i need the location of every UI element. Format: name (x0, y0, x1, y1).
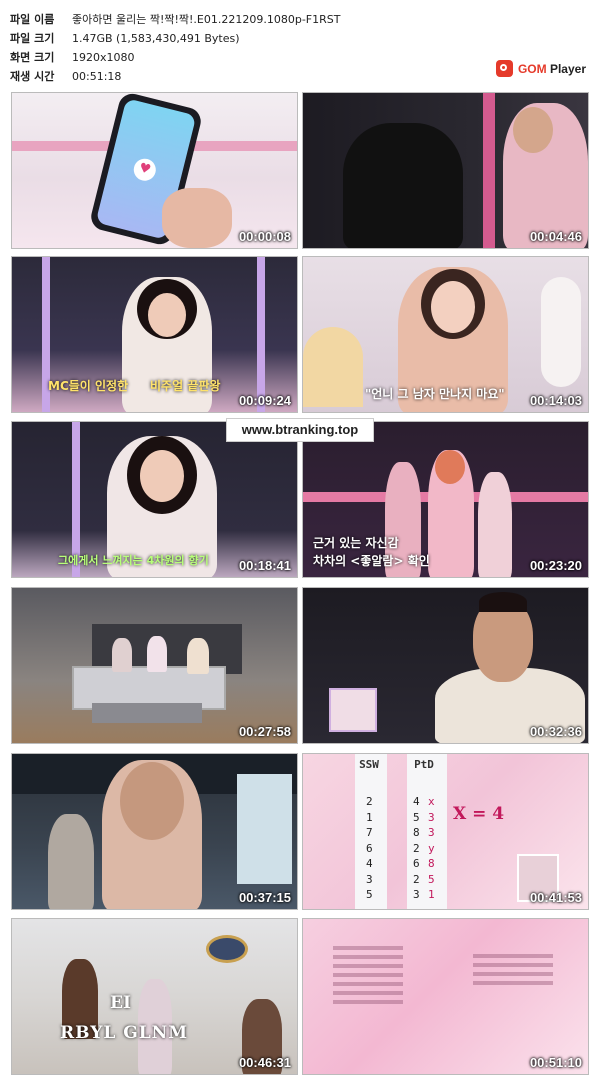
extra-value: x (428, 795, 435, 808)
duration-value: 00:51:18 (72, 70, 122, 83)
woman-back-image (343, 123, 463, 248)
gom-player-logo: GOM Player (495, 60, 586, 77)
file-name-value: 좋아하면 울리는 짝!짝!짝!.E01.221209.1080p-F1RST (72, 13, 341, 26)
timestamp: 00:32:36 (529, 724, 582, 739)
caption: 차차의 <좋알람> 확인 (313, 554, 430, 568)
timestamp: 00:46:31 (238, 1055, 291, 1070)
timestamp: 00:51:10 (529, 1055, 582, 1070)
timestamp: 00:00:08 (238, 229, 291, 244)
caption: EI (110, 993, 131, 1013)
ptd-value: 2 (413, 872, 420, 886)
timestamp: 00:09:24 (238, 393, 291, 408)
thumbnail-12[interactable]: 00:51:10 (302, 918, 589, 1075)
ssw-value: 2 (366, 795, 373, 808)
caption: "언니 그 남자 만나지 마요" (365, 387, 505, 401)
timestamp: 00:41:53 (529, 890, 582, 905)
caption: 비주얼 끝판왕 (150, 379, 221, 393)
thumbnail-5[interactable]: 그에게서 느껴지는 4차원의 향기 00:18:41 (11, 421, 298, 578)
ptd-value: 2 (413, 841, 420, 855)
caption: RBYL GLNM (60, 1023, 189, 1043)
thumbnail-7[interactable]: 00:27:58 (11, 587, 298, 744)
file-size-value: 1.47GB (1,583,430,491 Bytes) (72, 32, 240, 45)
ptd-value: 6 (413, 857, 420, 870)
credits-text-left (333, 941, 403, 1009)
timestamp: 00:04:46 (529, 229, 582, 244)
resolution-value: 1920x1080 (72, 51, 135, 64)
caption: MC들이 인정한 (48, 379, 129, 393)
thumbnail-9[interactable]: 00:37:15 (11, 753, 298, 910)
ssw-value: 6 (366, 841, 373, 855)
ptd-value: 4 (413, 795, 420, 808)
thumbnail-2[interactable]: 00:04:46 (302, 92, 589, 249)
thumbnail-8[interactable]: 00:32:36 (302, 587, 589, 744)
timestamp: 00:27:58 (238, 724, 291, 739)
compass-icon (206, 935, 248, 963)
caption: 그에게서 느껴지는 4차원의 향기 (58, 554, 209, 567)
inset-woman-image (329, 688, 377, 732)
ssw-value: 7 (366, 826, 373, 839)
file-size-label: 파일 크기 (10, 32, 55, 45)
credits-text-right (473, 949, 553, 990)
caption: 근거 있는 자신감 (313, 536, 399, 550)
thumbnail-10[interactable]: SSW PtD 2 1 7 6 4 3 5 4 5 8 2 6 2 3 x 3 … (302, 753, 589, 910)
thumbnail-4[interactable]: "언니 그 남자 만나지 마요" 00:14:03 (302, 256, 589, 413)
ptd-value: 8 (413, 826, 420, 839)
thumbnail-1[interactable]: ♥ 00:00:08 (11, 92, 298, 249)
resolution-label: 화면 크기 (10, 51, 55, 64)
duration-label: 재생 시간 (10, 70, 55, 83)
timestamp: 00:37:15 (238, 890, 291, 905)
gom-logo-icon (495, 60, 513, 77)
extra-value: 5 (428, 872, 435, 886)
thumbnail-11[interactable]: EI RBYL GLNM 00:46:31 (11, 918, 298, 1075)
ptd-value: 5 (413, 810, 420, 824)
file-name-label: 파일 이름 (10, 13, 55, 26)
timestamp: 00:23:20 (529, 558, 582, 573)
ssw-value: 3 (366, 872, 373, 886)
extra-value: 1 (428, 888, 435, 901)
file-info: 파일 이름 좋아하면 울리는 짝!짝!짝!.E01.221209.1080p-F1… (10, 10, 340, 86)
column-header: SSW (359, 758, 379, 771)
ssw-value: 5 (366, 888, 373, 901)
woman-image (478, 472, 512, 577)
extra-value: 3 (428, 810, 435, 824)
column-header: PtD (414, 758, 434, 771)
ssw-value: 4 (366, 857, 373, 870)
extra-value: 3 (428, 826, 435, 839)
timestamp: 00:14:03 (529, 393, 582, 408)
extra-value: y (428, 841, 435, 855)
timestamp: 00:18:41 (238, 558, 291, 573)
extra-value: 8 (428, 857, 435, 870)
thumbnail-3[interactable]: MC들이 인정한 비주얼 끝판왕 00:09:24 (11, 256, 298, 413)
thumbnail-6[interactable]: 근거 있는 자신감 차차의 <좋알람> 확인 00:23:20 (302, 421, 589, 578)
ssw-value: 1 (366, 810, 373, 824)
formula-caption: X = 4 (453, 804, 505, 824)
ptd-value: 3 (413, 888, 420, 901)
watermark: www.btranking.top (226, 418, 374, 442)
